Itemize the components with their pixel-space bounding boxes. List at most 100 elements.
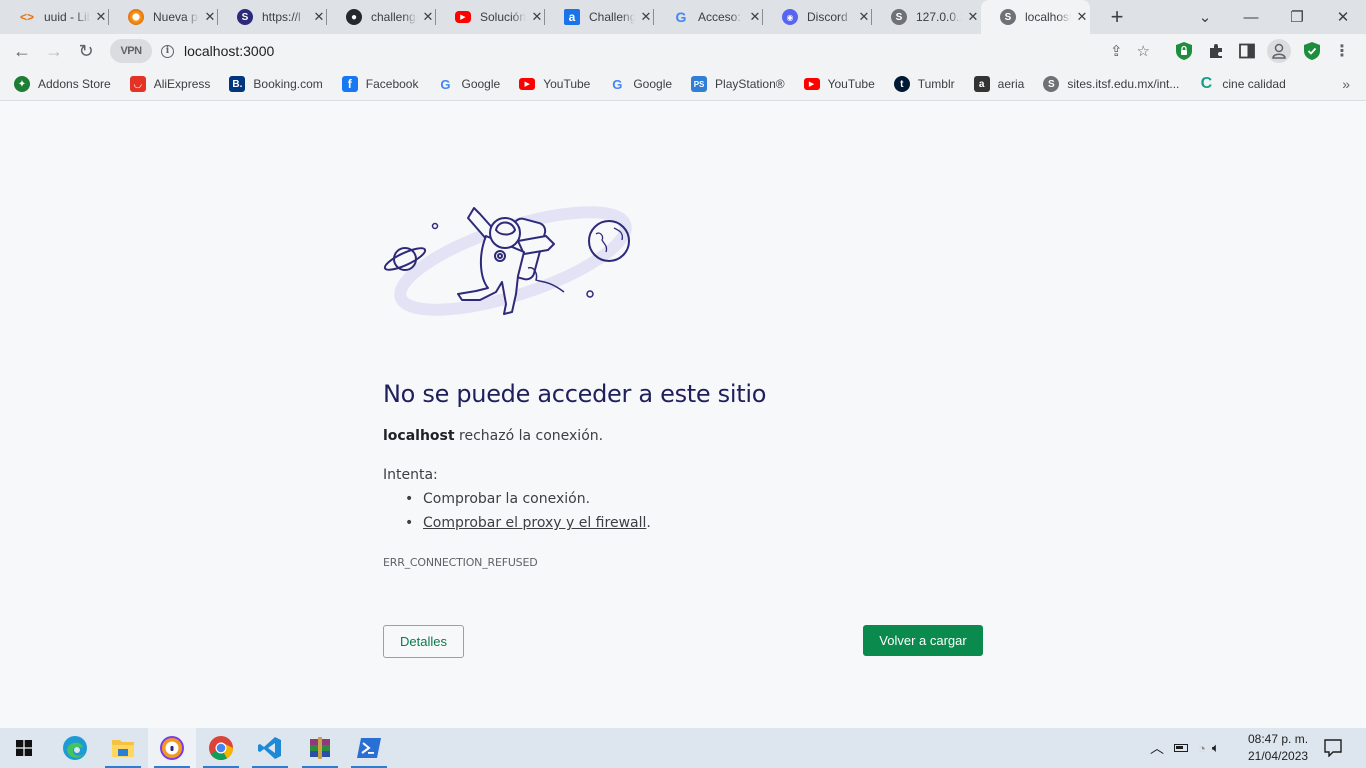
tab-solucion-youtube[interactable]: ▶ Solución ✕ — [436, 0, 545, 34]
suggestion-check-connection: Comprobar la conexión. — [405, 491, 590, 507]
bookmarks-overflow-button[interactable]: » — [1342, 76, 1350, 92]
bookmark-booking[interactable]: B. Booking.com — [229, 76, 323, 92]
error-message-text: rechazó la conexión. — [454, 428, 604, 444]
bookmark-label: YouTube — [827, 77, 875, 91]
close-tab-icon[interactable]: ✕ — [1075, 9, 1089, 25]
reload-icon: ↻ — [78, 40, 94, 61]
notifications-button[interactable] — [1324, 728, 1342, 768]
close-window-button[interactable]: ✕ — [1320, 0, 1366, 34]
bookmark-tumblr[interactable]: t Tumblr — [893, 76, 955, 92]
url-input[interactable]: localhost:3000 — [184, 43, 274, 59]
tab-label: https://l — [262, 10, 301, 24]
star-dot — [431, 222, 439, 230]
taskbar-file-explorer[interactable] — [99, 728, 147, 768]
close-tab-icon[interactable]: ✕ — [639, 9, 653, 25]
bookmark-youtube-2[interactable]: ▶ YouTube — [803, 77, 875, 91]
tab-label: Nueva pestaña — [153, 10, 199, 24]
youtube-icon: ▶ — [455, 11, 471, 23]
error-page — [0, 102, 1366, 728]
bookmark-star-icon[interactable]: ☆ — [1137, 42, 1150, 60]
code-brackets-icon: <> — [19, 10, 34, 24]
tab-challenge-alura[interactable]: a Challenge ✕ — [545, 0, 654, 34]
wifi-icon[interactable]: ◔ — [1198, 741, 1206, 756]
start-icon — [16, 740, 32, 756]
taskbar-vscode[interactable] — [246, 728, 294, 768]
bookmark-aeria[interactable]: a aeria — [973, 76, 1025, 92]
bookmark-youtube[interactable]: ▶ YouTube — [519, 77, 590, 91]
address-bar[interactable]: VPN i localhost:3000 ⇪ ☆ — [108, 37, 1162, 65]
github-icon: ● — [346, 9, 362, 25]
taskbar-avast-browser[interactable] — [148, 728, 196, 768]
astronaut-figure — [457, 207, 555, 315]
reload-button[interactable]: ↻ — [72, 37, 100, 65]
bookmark-aliexpress[interactable]: ◡ AliExpress — [129, 76, 210, 92]
close-tab-icon[interactable]: ✕ — [421, 9, 435, 25]
vpn-lock-extension-icon[interactable] — [1173, 40, 1195, 62]
details-button[interactable]: Detalles — [383, 625, 464, 658]
edge-icon — [63, 736, 87, 760]
clock-time: 08:47 p. m. — [1248, 732, 1309, 746]
google-icon: G — [675, 9, 687, 25]
share-icon[interactable]: ⇪ — [1110, 42, 1123, 60]
tab-acceso-google[interactable]: G Acceso: ✕ — [654, 0, 763, 34]
reload-page-button[interactable]: Volver a cargar — [863, 625, 983, 656]
profile-avatar-icon[interactable] — [1267, 39, 1291, 63]
new-tab-button[interactable]: + — [1102, 0, 1132, 34]
tab-search-button[interactable]: ⌄ — [1182, 0, 1228, 34]
tab-discord[interactable]: ◉ Discord ✕ — [763, 0, 872, 34]
bookmark-sites-itsf[interactable]: S sites.itsf.edu.mx/int... — [1043, 76, 1179, 92]
close-tab-icon[interactable]: ✕ — [530, 9, 544, 25]
bookmark-label: Booking.com — [253, 77, 323, 91]
side-panel-icon[interactable] — [1236, 40, 1258, 62]
bookmark-addons-store[interactable]: ✦ Addons Store — [14, 76, 111, 92]
taskbar-edge[interactable] — [51, 728, 99, 768]
tab-127-0-0-1[interactable]: S 127.0.0.1 ✕ — [872, 0, 981, 34]
tab-nueva-pestana[interactable]: Nueva pestaña ✕ — [109, 0, 218, 34]
bookmark-facebook[interactable]: f Facebook — [341, 76, 418, 92]
close-tab-icon[interactable]: ✕ — [748, 9, 762, 25]
globe-icon: S — [891, 9, 907, 25]
show-hidden-icons-chevron-icon[interactable]: ︿ — [1150, 738, 1164, 758]
bookmark-label: aeria — [997, 77, 1025, 91]
start-button[interactable] — [0, 728, 48, 768]
taskbar-powershell[interactable] — [345, 728, 393, 768]
host-name: localhost — [383, 428, 455, 444]
back-button[interactable]: ← — [8, 37, 36, 65]
close-tab-icon[interactable]: ✕ — [94, 9, 108, 25]
bookmark-playstation[interactable]: PS PlayStation® — [691, 76, 785, 92]
taskbar-clock[interactable]: 08:47 p. m. 21/04/2023 — [1248, 731, 1308, 765]
bookmark-google[interactable]: G Google — [437, 76, 500, 92]
suggestion-suffix: . — [646, 515, 651, 531]
close-tab-icon[interactable]: ✕ — [312, 9, 326, 25]
error-code: ERR_CONNECTION_REFUSED — [383, 556, 538, 569]
tab-label: Solución — [480, 10, 526, 24]
extensions-puzzle-icon[interactable] — [1205, 40, 1227, 62]
avast-shield-extension-icon[interactable] — [1301, 40, 1323, 62]
battery-icon[interactable] — [1174, 744, 1188, 752]
site-info-icon[interactable]: i — [161, 44, 174, 58]
minimize-button[interactable]: — — [1228, 0, 1274, 34]
bookmark-label: Tumblr — [917, 77, 955, 91]
file-explorer-icon — [112, 740, 134, 757]
bookmark-google-2[interactable]: G Google — [609, 76, 672, 92]
tab-localhost[interactable]: S localhost ✕ — [981, 0, 1090, 34]
vpn-button[interactable]: VPN — [110, 39, 152, 63]
winrar-icon — [310, 737, 330, 759]
avast-browser-icon — [128, 9, 144, 25]
error-message: localhost rechazó la conexión. — [383, 428, 603, 444]
taskbar-chrome[interactable] — [197, 728, 245, 768]
browser-menu-icon[interactable]: ⋮ — [1331, 40, 1353, 62]
close-tab-icon[interactable]: ✕ — [966, 9, 980, 25]
forward-button[interactable]: → — [40, 37, 68, 65]
bookmark-label: Google — [633, 77, 673, 91]
close-tab-icon[interactable]: ✕ — [203, 9, 217, 25]
check-proxy-firewall-link[interactable]: Comprobar el proxy y el firewall — [423, 515, 646, 531]
taskbar-winrar[interactable] — [296, 728, 344, 768]
restore-button[interactable]: ❐ — [1274, 0, 1320, 34]
tab-uuid[interactable]: <> uuid - Lib ✕ — [0, 0, 109, 34]
tab-challenge-github[interactable]: ● challenge ✕ — [327, 0, 436, 34]
tab-https[interactable]: S https://l ✕ — [218, 0, 327, 34]
volume-icon[interactable]: 🔈︎ — [1212, 740, 1220, 756]
close-tab-icon[interactable]: ✕ — [857, 9, 871, 25]
bookmark-cine-calidad[interactable]: C cine calidad — [1198, 75, 1286, 92]
